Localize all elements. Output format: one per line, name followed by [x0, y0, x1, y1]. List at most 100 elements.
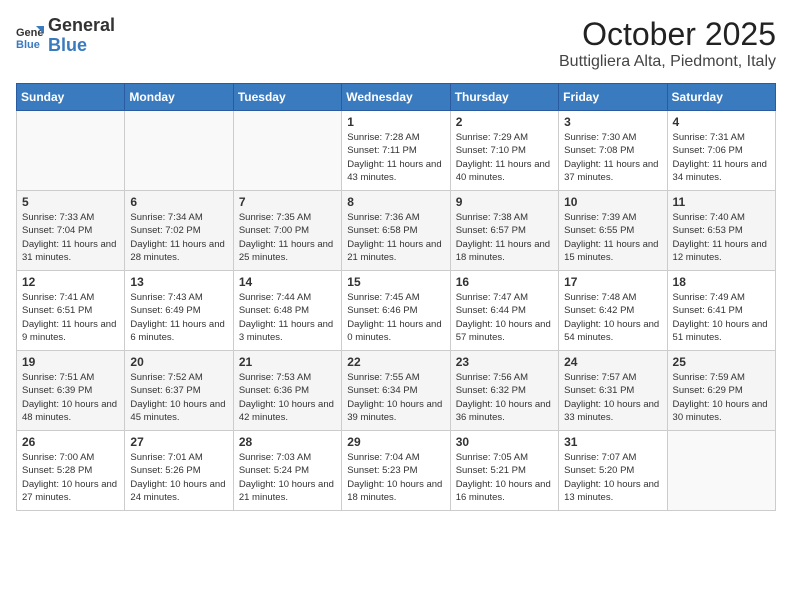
day-number: 13 — [130, 275, 227, 289]
calendar-cell: 5Sunrise: 7:33 AM Sunset: 7:04 PM Daylig… — [17, 191, 125, 271]
calendar-cell: 18 Sunrise: 7:49 AM Sunset: 6:41 PM Dayli… — [667, 271, 775, 351]
day-number: 14 — [239, 275, 336, 289]
calendar-cell: 27 Sunrise: 7:01 AM Sunset: 5:26 PM Dayli… — [125, 431, 233, 511]
day-number: 6 — [130, 195, 227, 209]
calendar-cell: 30Sunrise: 7:05 AM Sunset: 5:21 PM Dayli… — [450, 431, 558, 511]
calendar-week-5: 26 Sunrise: 7:00 AM Sunset: 5:28 PM Dayli… — [17, 431, 776, 511]
weekday-header-saturday: Saturday — [667, 84, 775, 111]
day-number: 12 — [22, 275, 119, 289]
page-header: General Blue General Blue October 2025 B… — [16, 16, 776, 71]
calendar-cell: 19 Sunrise: 7:51 AM Sunset: 6:39 PM Dayli… — [17, 351, 125, 431]
day-info: Sunrise: 7:07 AM Sunset: 5:20 PM Dayligh… — [564, 451, 661, 504]
day-number: 9 — [456, 195, 553, 209]
calendar-week-4: 19 Sunrise: 7:51 AM Sunset: 6:39 PM Dayli… — [17, 351, 776, 431]
day-number: 30 — [456, 435, 553, 449]
day-number: 17 — [564, 275, 661, 289]
day-info: Sunrise: 7:47 AM Sunset: 6:44 PM Dayligh… — [456, 291, 553, 344]
day-number: 19 — [22, 355, 119, 369]
calendar-cell: 9 Sunrise: 7:38 AM Sunset: 6:57 PM Daylig… — [450, 191, 558, 271]
day-info: Sunrise: 7:45 AM Sunset: 6:46 PM Dayligh… — [347, 291, 444, 344]
day-info: Sunrise: 7:49 AM Sunset: 6:41 PM Dayligh… — [673, 291, 770, 344]
calendar-cell: 8 Sunrise: 7:36 AM Sunset: 6:58 PM Daylig… — [342, 191, 450, 271]
day-info: Sunrise: 7:00 AM Sunset: 5:28 PM Dayligh… — [22, 451, 119, 504]
calendar-cell: 28Sunrise: 7:03 AM Sunset: 5:24 PM Dayli… — [233, 431, 341, 511]
day-number: 8 — [347, 195, 444, 209]
calendar-cell: 20 Sunrise: 7:52 AM Sunset: 6:37 PM Dayli… — [125, 351, 233, 431]
calendar-cell — [233, 111, 341, 191]
day-info: Sunrise: 7:41 AM Sunset: 6:51 PM Dayligh… — [22, 291, 119, 344]
calendar-week-2: 5Sunrise: 7:33 AM Sunset: 7:04 PM Daylig… — [17, 191, 776, 271]
weekday-header-friday: Friday — [559, 84, 667, 111]
day-info: Sunrise: 7:48 AM Sunset: 6:42 PM Dayligh… — [564, 291, 661, 344]
day-number: 23 — [456, 355, 553, 369]
day-number: 31 — [564, 435, 661, 449]
day-info: Sunrise: 7:55 AM Sunset: 6:34 PM Dayligh… — [347, 371, 444, 424]
month-title: October 2025 — [559, 16, 776, 53]
calendar-cell: 16 Sunrise: 7:47 AM Sunset: 6:44 PM Dayli… — [450, 271, 558, 351]
day-info: Sunrise: 7:35 AM Sunset: 7:00 PM Dayligh… — [239, 211, 336, 264]
weekday-header-tuesday: Tuesday — [233, 84, 341, 111]
day-number: 25 — [673, 355, 770, 369]
calendar-week-3: 12 Sunrise: 7:41 AM Sunset: 6:51 PM Dayli… — [17, 271, 776, 351]
day-info: Sunrise: 7:52 AM Sunset: 6:37 PM Dayligh… — [130, 371, 227, 424]
calendar-cell — [125, 111, 233, 191]
day-number: 2 — [456, 115, 553, 129]
calendar-cell: 1 Sunrise: 7:28 AM Sunset: 7:11 PM Daylig… — [342, 111, 450, 191]
weekday-header-sunday: Sunday — [17, 84, 125, 111]
day-info: Sunrise: 7:31 AM Sunset: 7:06 PM Dayligh… — [673, 131, 770, 184]
day-info: Sunrise: 7:51 AM Sunset: 6:39 PM Dayligh… — [22, 371, 119, 424]
day-info: Sunrise: 7:33 AM Sunset: 7:04 PM Dayligh… — [22, 211, 119, 264]
weekday-header-thursday: Thursday — [450, 84, 558, 111]
logo-blue-text: Blue — [48, 36, 115, 56]
calendar-cell: 7 Sunrise: 7:35 AM Sunset: 7:00 PM Daylig… — [233, 191, 341, 271]
day-number: 11 — [673, 195, 770, 209]
day-info: Sunrise: 7:03 AM Sunset: 5:24 PM Dayligh… — [239, 451, 336, 504]
day-info: Sunrise: 7:38 AM Sunset: 6:57 PM Dayligh… — [456, 211, 553, 264]
day-number: 16 — [456, 275, 553, 289]
day-number: 29 — [347, 435, 444, 449]
weekday-header-wednesday: Wednesday — [342, 84, 450, 111]
day-number: 1 — [347, 115, 444, 129]
day-number: 15 — [347, 275, 444, 289]
calendar-cell: 12 Sunrise: 7:41 AM Sunset: 6:51 PM Dayli… — [17, 271, 125, 351]
logo-icon: General Blue — [16, 22, 44, 50]
day-number: 3 — [564, 115, 661, 129]
calendar-cell: 2Sunrise: 7:29 AM Sunset: 7:10 PM Daylig… — [450, 111, 558, 191]
location-title: Buttigliera Alta, Piedmont, Italy — [559, 53, 776, 71]
calendar-cell: 29 Sunrise: 7:04 AM Sunset: 5:23 PM Dayli… — [342, 431, 450, 511]
day-number: 21 — [239, 355, 336, 369]
calendar-cell: 24Sunrise: 7:57 AM Sunset: 6:31 PM Dayli… — [559, 351, 667, 431]
calendar-cell — [667, 431, 775, 511]
calendar-cell: 23 Sunrise: 7:56 AM Sunset: 6:32 PM Dayli… — [450, 351, 558, 431]
calendar-cell — [17, 111, 125, 191]
day-info: Sunrise: 7:56 AM Sunset: 6:32 PM Dayligh… — [456, 371, 553, 424]
day-info: Sunrise: 7:36 AM Sunset: 6:58 PM Dayligh… — [347, 211, 444, 264]
day-info: Sunrise: 7:01 AM Sunset: 5:26 PM Dayligh… — [130, 451, 227, 504]
calendar-table: SundayMondayTuesdayWednesdayThursdayFrid… — [16, 83, 776, 511]
day-info: Sunrise: 7:39 AM Sunset: 6:55 PM Dayligh… — [564, 211, 661, 264]
day-number: 4 — [673, 115, 770, 129]
day-info: Sunrise: 7:28 AM Sunset: 7:11 PM Dayligh… — [347, 131, 444, 184]
day-info: Sunrise: 7:34 AM Sunset: 7:02 PM Dayligh… — [130, 211, 227, 264]
weekday-header-monday: Monday — [125, 84, 233, 111]
calendar-cell: 10 Sunrise: 7:39 AM Sunset: 6:55 PM Dayli… — [559, 191, 667, 271]
day-number: 26 — [22, 435, 119, 449]
calendar-cell: 21Sunrise: 7:53 AM Sunset: 6:36 PM Dayli… — [233, 351, 341, 431]
calendar-cell: 6 Sunrise: 7:34 AM Sunset: 7:02 PM Daylig… — [125, 191, 233, 271]
calendar-cell: 26 Sunrise: 7:00 AM Sunset: 5:28 PM Dayli… — [17, 431, 125, 511]
calendar-cell: 13 Sunrise: 7:43 AM Sunset: 6:49 PM Dayli… — [125, 271, 233, 351]
day-number: 27 — [130, 435, 227, 449]
day-number: 18 — [673, 275, 770, 289]
day-info: Sunrise: 7:04 AM Sunset: 5:23 PM Dayligh… — [347, 451, 444, 504]
svg-text:Blue: Blue — [16, 39, 40, 50]
day-number: 7 — [239, 195, 336, 209]
calendar-cell: 11 Sunrise: 7:40 AM Sunset: 6:53 PM Dayli… — [667, 191, 775, 271]
day-info: Sunrise: 7:40 AM Sunset: 6:53 PM Dayligh… — [673, 211, 770, 264]
day-number: 10 — [564, 195, 661, 209]
day-number: 20 — [130, 355, 227, 369]
day-info: Sunrise: 7:43 AM Sunset: 6:49 PM Dayligh… — [130, 291, 227, 344]
calendar-body: 1 Sunrise: 7:28 AM Sunset: 7:11 PM Daylig… — [17, 111, 776, 511]
day-info: Sunrise: 7:44 AM Sunset: 6:48 PM Dayligh… — [239, 291, 336, 344]
day-number: 22 — [347, 355, 444, 369]
calendar-cell: 15 Sunrise: 7:45 AM Sunset: 6:46 PM Dayli… — [342, 271, 450, 351]
